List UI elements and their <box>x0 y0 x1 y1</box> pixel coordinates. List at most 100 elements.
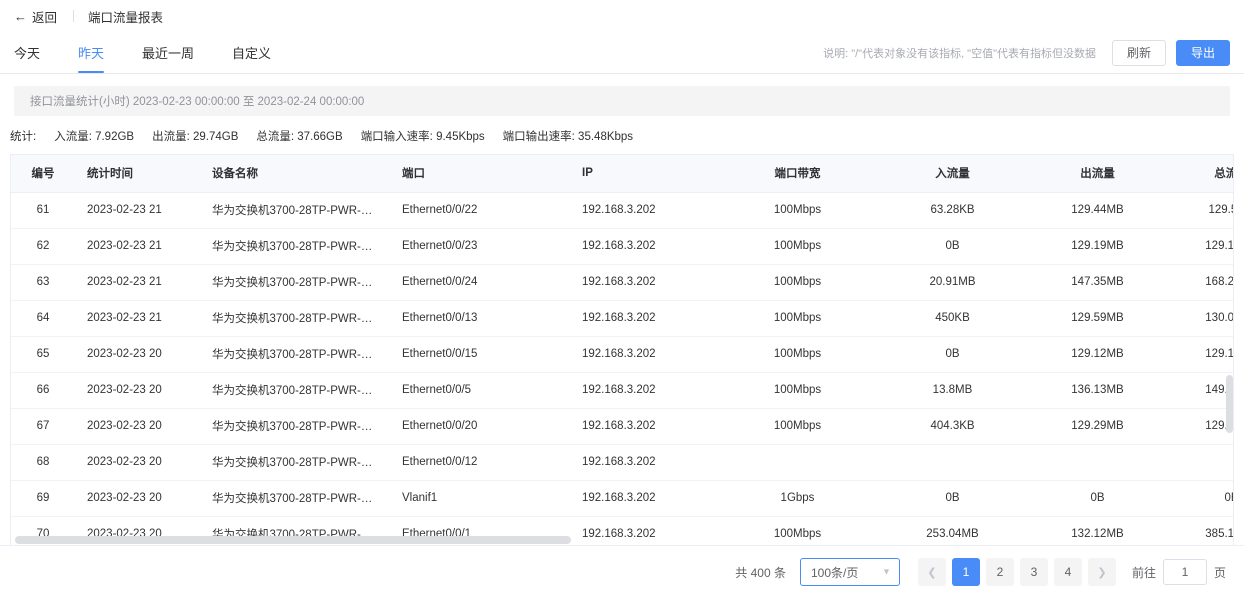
cell-bandwidth: 1Gbps <box>715 480 880 517</box>
cell-port: Ethernet0/0/13 <box>390 300 570 337</box>
table-body: 61 2023-02-23 21 华为交换机3700-28TP-PWR-EI..… <box>11 192 1233 545</box>
stat-in-traffic: 入流量: 7.92GB <box>54 131 135 143</box>
cell-in <box>880 444 1025 481</box>
report-range-banner: 接口流量统计(小时) 2023-02-23 00:00:00 至 2023-02… <box>14 86 1230 116</box>
col-header-time[interactable]: 统计时间 <box>75 155 200 193</box>
refresh-button-label: 刷新 <box>1126 46 1151 60</box>
cell-total: 168.26MB <box>1170 264 1233 301</box>
arrow-left-icon: ← <box>14 8 27 24</box>
pagination-buttons: ❮ 1 2 3 4 ❯ <box>917 558 1116 586</box>
legend-hint: 说明: "/"代表对象没有该指标, "空值"代表有指标但没数据 <box>823 47 1096 60</box>
col-header-bandwidth[interactable]: 端口带宽 <box>715 155 880 193</box>
cell-total: 149.93MB <box>1170 372 1233 409</box>
toolbar-actions: 说明: "/"代表对象没有该指标, "空值"代表有指标但没数据 刷新 导出 <box>823 32 1230 73</box>
table-row[interactable]: 69 2023-02-23 20 华为交换机3700-28TP-PWR-EI..… <box>11 480 1233 517</box>
table-vertical-scrollbar[interactable] <box>1226 192 1233 545</box>
cell-time: 2023-02-23 20 <box>75 408 200 445</box>
cell-bandwidth: 100Mbps <box>715 264 880 301</box>
cell-port: Ethernet0/0/22 <box>390 192 570 229</box>
summary-stats: 统计: 入流量: 7.92GB 出流量: 29.74GB 总流量: 37.66G… <box>0 116 1244 154</box>
cell-bandwidth: 100Mbps <box>715 408 880 445</box>
col-header-total[interactable]: 总流量 <box>1170 155 1233 193</box>
cell-device: 华为交换机3700-28TP-PWR-EI... <box>200 264 390 301</box>
export-button-label: 导出 <box>1190 46 1215 60</box>
tab-today[interactable]: 今天 <box>14 32 68 73</box>
cell-no: 67 <box>11 408 75 445</box>
port-traffic-report-page: ← 返回 端口流量报表 今天 昨天 最近一周 自定义 说明: "/"代表对象没有… <box>0 0 1244 608</box>
cell-in: 63.28KB <box>880 192 1025 229</box>
cell-bandwidth <box>715 444 880 481</box>
table-row[interactable]: 65 2023-02-23 20 华为交换机3700-28TP-PWR-EI..… <box>11 336 1233 373</box>
tab-custom[interactable]: 自定义 <box>232 32 299 73</box>
cell-time: 2023-02-23 21 <box>75 264 200 301</box>
pagination-jumper-label: 前往 <box>1131 565 1156 580</box>
col-header-ip[interactable]: IP <box>570 155 715 193</box>
tab-today-label: 今天 <box>14 46 41 61</box>
table-row[interactable]: 67 2023-02-23 20 华为交换机3700-28TP-PWR-EI..… <box>11 408 1233 445</box>
banner-container: 接口流量统计(小时) 2023-02-23 00:00:00 至 2023-02… <box>0 74 1244 116</box>
cell-total: 129.19MB <box>1170 228 1233 265</box>
refresh-button[interactable]: 刷新 <box>1112 39 1166 66</box>
table-row[interactable]: 64 2023-02-23 21 华为交换机3700-28TP-PWR-EI..… <box>11 300 1233 337</box>
cell-no: 66 <box>11 372 75 409</box>
cell-time: 2023-02-23 20 <box>75 336 200 373</box>
table-horizontal-scrollbar-thumb[interactable] <box>15 536 571 544</box>
report-range-text: 接口流量统计(小时) 2023-02-23 00:00:00 至 2023-02… <box>30 96 365 108</box>
cell-out: 0B <box>1025 480 1170 517</box>
col-header-device[interactable]: 设备名称 <box>200 155 390 193</box>
pagination-jumper-unit: 页 <box>1213 565 1226 580</box>
table-row[interactable]: 68 2023-02-23 20 华为交换机3700-28TP-PWR-EI..… <box>11 444 1233 481</box>
table-row[interactable]: 63 2023-02-23 21 华为交换机3700-28TP-PWR-EI..… <box>11 264 1233 301</box>
cell-out: 136.13MB <box>1025 372 1170 409</box>
cell-out: 129.29MB <box>1025 408 1170 445</box>
cell-ip: 192.168.3.202 <box>570 372 715 409</box>
pagination-jumper: 前往 页 <box>1132 559 1226 585</box>
cell-total: 129.5MB <box>1170 192 1233 229</box>
back-button[interactable]: ← 返回 <box>14 7 57 26</box>
cell-port: Ethernet0/0/20 <box>390 408 570 445</box>
table-vertical-scrollbar-thumb[interactable] <box>1226 375 1233 433</box>
pagination: 共 400 条 100条/页 ▼ ❮ 1 2 3 4 ❯ 前往 页 <box>0 545 1244 598</box>
pagination-next-button[interactable]: ❯ <box>1087 558 1116 586</box>
cell-time: 2023-02-23 20 <box>75 372 200 409</box>
col-header-no[interactable]: 编号 <box>11 155 75 193</box>
cell-in: 0B <box>880 480 1025 517</box>
cell-time: 2023-02-23 20 <box>75 480 200 517</box>
col-header-in[interactable]: 入流量 <box>880 155 1025 193</box>
time-range-tabs: 今天 昨天 最近一周 自定义 <box>14 32 309 73</box>
table-row[interactable]: 66 2023-02-23 20 华为交换机3700-28TP-PWR-EI..… <box>11 372 1233 409</box>
page-size-select-value: 100条/页 <box>810 565 859 580</box>
cell-ip: 192.168.3.202 <box>570 300 715 337</box>
col-header-port[interactable]: 端口 <box>390 155 570 193</box>
export-button[interactable]: 导出 <box>1176 39 1230 66</box>
cell-bandwidth: 100Mbps <box>715 336 880 373</box>
table-row[interactable]: 62 2023-02-23 21 华为交换机3700-28TP-PWR-EI..… <box>11 228 1233 265</box>
cell-device: 华为交换机3700-28TP-PWR-EI... <box>200 480 390 517</box>
table-horizontal-scrollbar[interactable] <box>11 536 1233 545</box>
cell-no: 69 <box>11 480 75 517</box>
pagination-page-4[interactable]: 4 <box>1053 558 1082 586</box>
col-header-out[interactable]: 出流量 <box>1025 155 1170 193</box>
cell-no: 61 <box>11 192 75 229</box>
tab-last-week[interactable]: 最近一周 <box>142 32 222 73</box>
cell-ip: 192.168.3.202 <box>570 444 715 481</box>
stat-port-in-rate: 端口输入速率: 9.45Kbps <box>360 131 485 143</box>
pagination-page-1[interactable]: 1 <box>951 558 980 586</box>
summary-label: 统计: <box>10 131 37 143</box>
tab-yesterday[interactable]: 昨天 <box>78 32 132 73</box>
pagination-page-2[interactable]: 2 <box>985 558 1014 586</box>
pagination-jumper-input[interactable] <box>1162 559 1207 585</box>
cell-time: 2023-02-23 21 <box>75 192 200 229</box>
pagination-prev-button[interactable]: ❮ <box>917 558 946 586</box>
cell-bandwidth: 100Mbps <box>715 228 880 265</box>
cell-no: 64 <box>11 300 75 337</box>
breadcrumb-divider <box>73 10 75 22</box>
stat-port-out-rate: 端口输出速率: 35.48Kbps <box>502 131 634 143</box>
cell-device: 华为交换机3700-28TP-PWR-EI... <box>200 444 390 481</box>
table-row[interactable]: 61 2023-02-23 21 华为交换机3700-28TP-PWR-EI..… <box>11 192 1233 229</box>
stat-total-traffic: 总流量: 37.66GB <box>256 131 343 143</box>
tab-last-week-label: 最近一周 <box>142 46 195 61</box>
pagination-page-3[interactable]: 3 <box>1019 558 1048 586</box>
page-size-select[interactable]: 100条/页 ▼ <box>799 558 900 586</box>
cell-no: 63 <box>11 264 75 301</box>
